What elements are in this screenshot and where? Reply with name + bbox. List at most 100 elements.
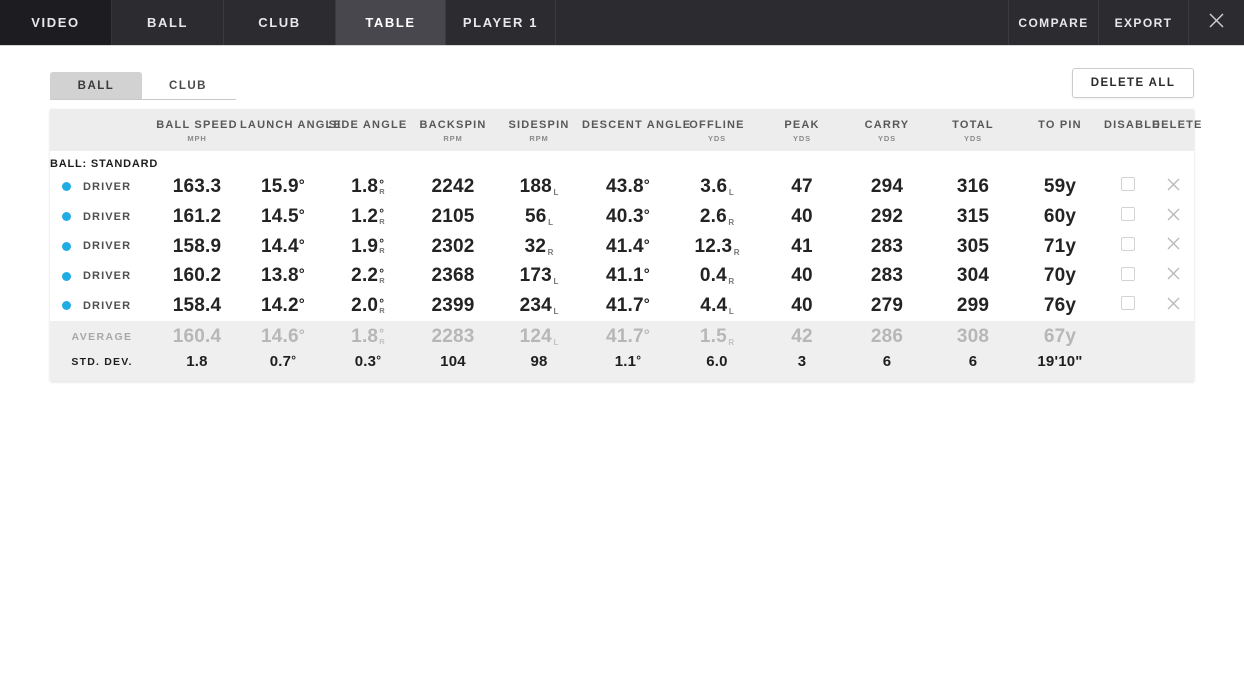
column-header-sidespin[interactable]: SIDESPIN bbox=[496, 109, 582, 134]
table-row[interactable]: DRIVER 161.2 14.5° 1.2 ° R 2105 56 L 40.3° 2.6 R 40 2… bbox=[50, 201, 1194, 232]
std-dev-total: 6 bbox=[930, 350, 1016, 382]
row-club-cell: DRIVER bbox=[50, 261, 154, 291]
close-button[interactable] bbox=[1188, 0, 1244, 45]
row-ball-speed: 163.3 bbox=[154, 172, 240, 202]
row-offline: 12.3 R bbox=[674, 231, 760, 262]
export-button[interactable]: EXPORT bbox=[1098, 0, 1188, 45]
row-disable-checkbox[interactable] bbox=[1104, 291, 1152, 321]
column-header-descent-angle[interactable]: DESCENT ANGLE bbox=[582, 109, 690, 134]
std-dev-disable-cell bbox=[1104, 350, 1152, 382]
row-side-angle: 2.0 ° R bbox=[326, 291, 410, 321]
column-unit-total: YDS bbox=[930, 134, 1016, 151]
nav-tab-player-1[interactable]: PLAYER 1 bbox=[446, 0, 556, 45]
delete-all-button[interactable]: DELETE ALL bbox=[1072, 68, 1194, 98]
row-carry: 283 bbox=[844, 261, 930, 291]
sub-tab-group: BALL CLUB bbox=[50, 72, 234, 100]
disable-checkbox[interactable] bbox=[1121, 236, 1135, 251]
average-side-angle: 1.8 ° R bbox=[326, 320, 410, 351]
delete-row-icon[interactable] bbox=[1165, 295, 1182, 312]
column-unit-peak: YDS bbox=[760, 134, 844, 151]
compare-button[interactable]: COMPARE bbox=[1008, 0, 1098, 45]
row-delete-button[interactable] bbox=[1152, 291, 1194, 321]
row-backspin: 2242 bbox=[410, 172, 496, 202]
average-sidespin: 124 L bbox=[496, 320, 582, 351]
row-carry: 292 bbox=[844, 201, 930, 232]
column-header-carry[interactable]: CARRY bbox=[844, 109, 930, 134]
table-row[interactable]: DRIVER 160.2 13.8° 2.2 ° R 2368 173 L 41.1° 0.4 R 40… bbox=[50, 261, 1194, 291]
shot-data-table: BALL SPEED LAUNCH ANGLE SIDE ANGLE BACKS… bbox=[50, 109, 1201, 382]
club-name-label: DRIVER bbox=[83, 180, 132, 193]
delete-row-icon[interactable] bbox=[1165, 235, 1182, 252]
sub-tab-club[interactable]: CLUB bbox=[142, 72, 234, 100]
sub-tab-underline bbox=[50, 99, 236, 100]
std-dev-descent-angle: 1.1° bbox=[582, 350, 674, 382]
row-disable-checkbox[interactable] bbox=[1104, 201, 1152, 232]
column-header-launch-angle[interactable]: LAUNCH ANGLE bbox=[240, 109, 341, 134]
column-header-delete: DELETE bbox=[1152, 109, 1201, 134]
nav-tab-club[interactable]: CLUB bbox=[224, 0, 336, 45]
sub-tab-ball[interactable]: BALL bbox=[50, 72, 142, 100]
column-header-disable: DISABLE bbox=[1104, 109, 1159, 134]
std-dev-delete-cell bbox=[1152, 350, 1194, 382]
average-launch-angle: 14.6° bbox=[240, 320, 326, 351]
row-launch-angle: 15.9° bbox=[240, 172, 326, 202]
std-dev-ball-speed: 1.8 bbox=[154, 350, 240, 382]
std-dev-sidespin: 98 bbox=[496, 350, 582, 382]
row-delete-button[interactable] bbox=[1152, 231, 1194, 262]
shot-color-dot bbox=[62, 271, 71, 281]
column-unit-offline: YDS bbox=[674, 134, 760, 151]
row-total: 316 bbox=[930, 172, 1016, 202]
row-carry: 294 bbox=[844, 172, 930, 202]
column-header-side-angle[interactable]: SIDE ANGLE bbox=[326, 109, 410, 134]
row-ball-speed: 158.4 bbox=[154, 291, 240, 321]
column-unit-sidespin: RPM bbox=[496, 134, 582, 151]
nav-tab-table[interactable]: TABLE bbox=[336, 0, 446, 45]
row-descent-angle: 41.4° bbox=[582, 231, 674, 262]
column-unit-disable bbox=[1104, 134, 1152, 151]
row-delete-button[interactable] bbox=[1152, 172, 1194, 202]
close-icon bbox=[1208, 12, 1225, 34]
row-disable-checkbox[interactable] bbox=[1104, 231, 1152, 262]
shot-color-dot bbox=[62, 241, 71, 251]
row-peak: 40 bbox=[760, 261, 844, 291]
column-unit-ball-speed: MPH bbox=[154, 134, 240, 151]
std-dev-launch-angle: 0.7° bbox=[240, 350, 326, 382]
row-delete-button[interactable] bbox=[1152, 201, 1194, 232]
average-offline: 1.5 R bbox=[674, 320, 760, 351]
table-row[interactable]: DRIVER 158.9 14.4° 1.9 ° R 2302 32 R 41.4° 12.3 R 41… bbox=[50, 231, 1194, 262]
table-header-row-units: MPH RPM RPM YDS YDS YDS YDS bbox=[50, 134, 1194, 151]
row-carry: 279 bbox=[844, 291, 930, 321]
table-row[interactable]: DRIVER 163.3 15.9° 1.8 ° R 2242 188 L 43.8° 3.6 L 47… bbox=[50, 172, 1194, 202]
column-unit-club bbox=[50, 134, 154, 151]
nav-action-group: COMPARE EXPORT bbox=[1008, 0, 1244, 45]
column-unit-carry: YDS bbox=[844, 134, 930, 151]
export-button-label: EXPORT bbox=[1114, 15, 1173, 30]
disable-checkbox[interactable] bbox=[1121, 177, 1135, 192]
average-row: AVERAGE 160.4 14.6° 1.8 ° R 2283 124 L 41.7… bbox=[50, 320, 1194, 351]
delete-row-icon[interactable] bbox=[1165, 206, 1182, 223]
nav-tab-ball[interactable]: BALL bbox=[112, 0, 224, 45]
nav-tab-video[interactable]: VIDEO bbox=[0, 0, 112, 45]
row-offline: 0.4 R bbox=[674, 261, 760, 291]
average-to-pin: 67y bbox=[1016, 320, 1104, 351]
column-header-total[interactable]: TOTAL bbox=[930, 109, 1016, 134]
shot-color-dot bbox=[62, 182, 71, 192]
delete-row-icon[interactable] bbox=[1165, 265, 1182, 282]
table-row[interactable]: DRIVER 158.4 14.2° 2.0 ° R 2399 234 L 41.7° 4.4 L 40… bbox=[50, 291, 1194, 321]
disable-checkbox[interactable] bbox=[1121, 207, 1135, 222]
row-delete-button[interactable] bbox=[1152, 261, 1194, 291]
row-total: 304 bbox=[930, 261, 1016, 291]
column-header-peak[interactable]: PEAK bbox=[760, 109, 844, 134]
column-header-ball-speed[interactable]: BALL SPEED bbox=[154, 109, 240, 134]
table-footer: AVERAGE 160.4 14.6° 1.8 ° R 2283 124 L 41.7… bbox=[50, 320, 1194, 382]
row-disable-checkbox[interactable] bbox=[1104, 172, 1152, 202]
disable-checkbox[interactable] bbox=[1121, 296, 1135, 311]
disable-checkbox[interactable] bbox=[1121, 266, 1135, 281]
table-header: BALL SPEED LAUNCH ANGLE SIDE ANGLE BACKS… bbox=[50, 109, 1201, 151]
column-header-backspin[interactable]: BACKSPIN bbox=[410, 109, 496, 134]
row-disable-checkbox[interactable] bbox=[1104, 261, 1152, 291]
shot-color-dot bbox=[62, 212, 71, 222]
delete-row-icon[interactable] bbox=[1165, 176, 1182, 193]
row-launch-angle: 14.5° bbox=[240, 201, 326, 232]
column-header-to-pin[interactable]: TO PIN bbox=[1016, 109, 1104, 134]
